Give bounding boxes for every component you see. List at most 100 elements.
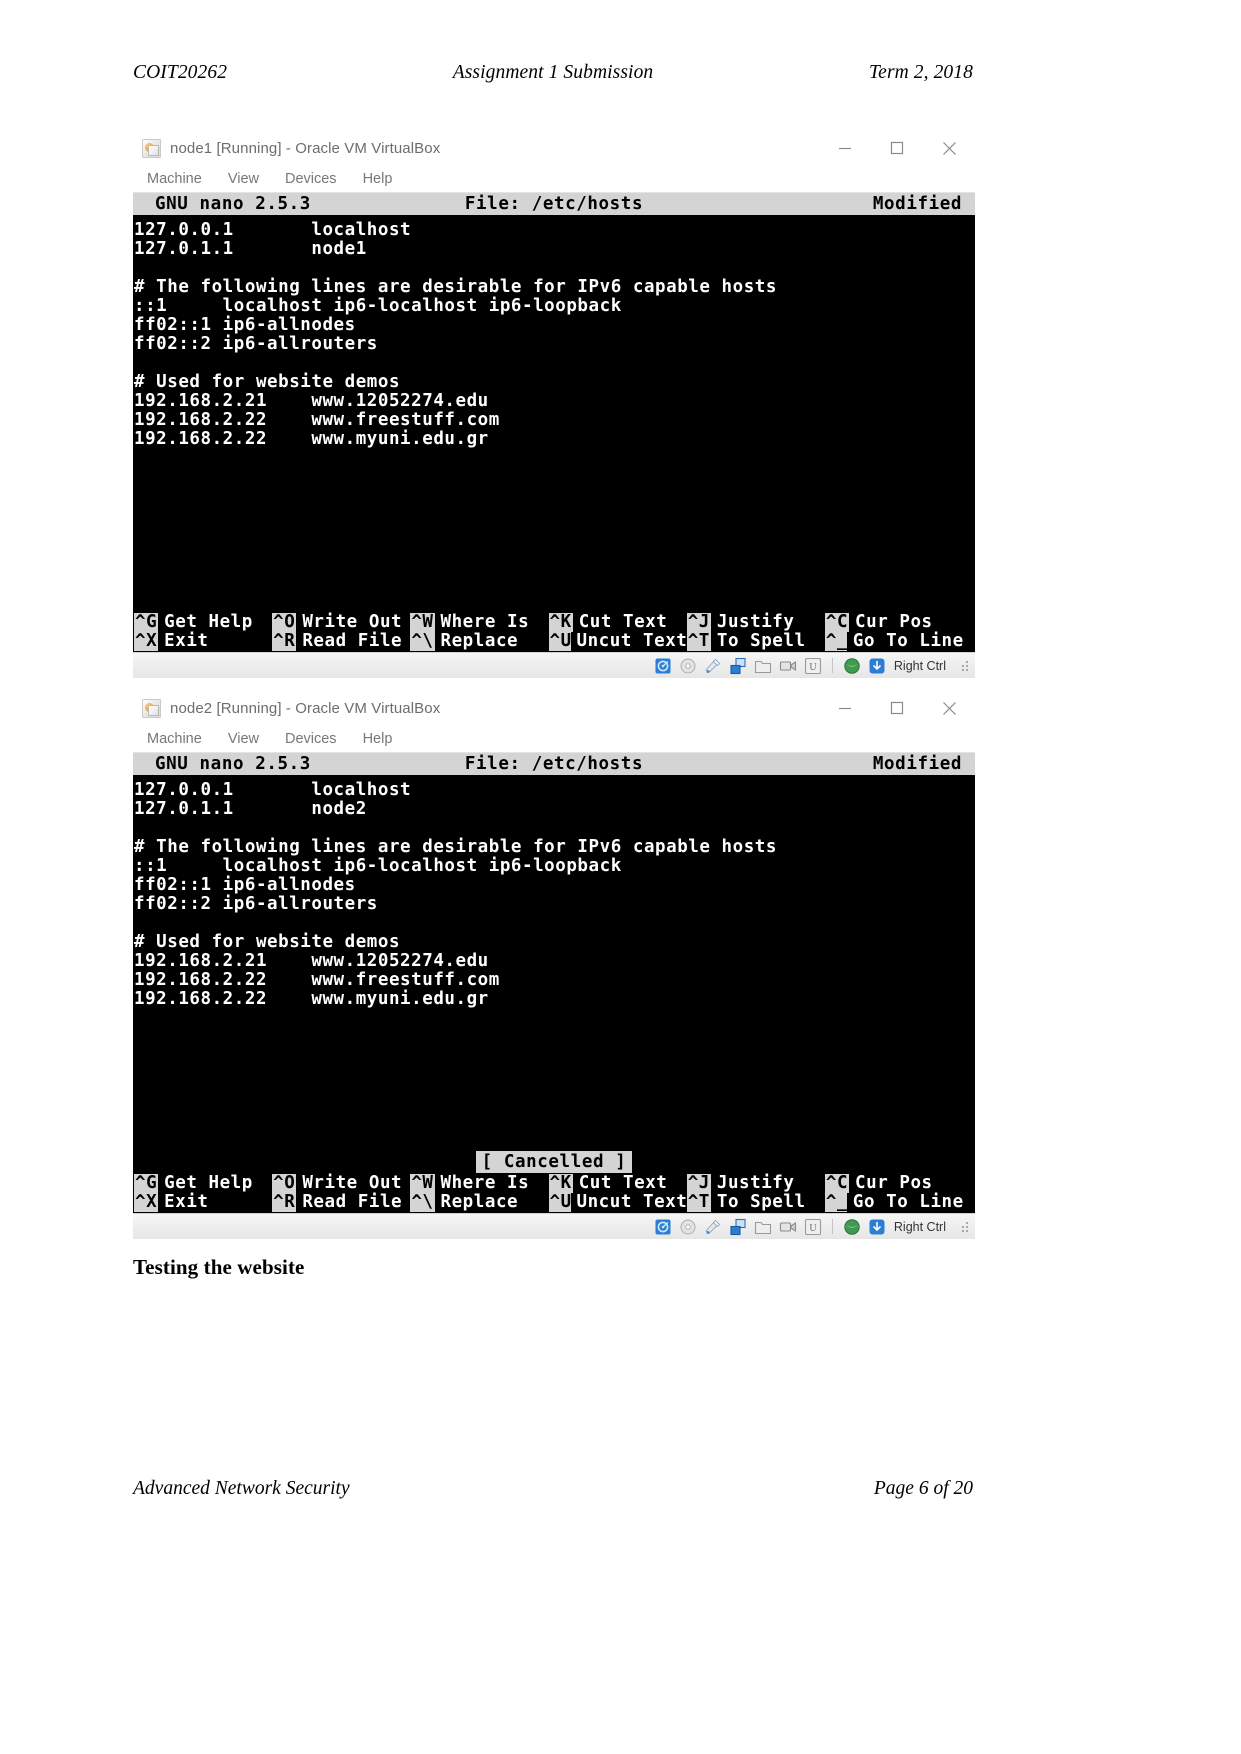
nano-shortcut-go-to-line[interactable]: ^_ Go To Line [824,1192,963,1212]
nano-line: 192.168.2.22 www.myuni.edu.gr [134,429,489,449]
statusbar-separator [831,1219,833,1234]
close-icon[interactable] [923,691,975,725]
nano-shortcut-justify[interactable]: ^J Justify [686,613,825,632]
minimize-icon[interactable] [819,131,871,165]
optical-disk-icon[interactable] [679,1218,697,1236]
virtualization-icon[interactable]: U [804,1218,822,1236]
close-icon[interactable] [923,131,975,165]
optical-disk-icon[interactable] [679,657,697,675]
hard-disk-icon[interactable] [654,1218,672,1236]
document-footer: Advanced Network Security Page 6 of 20 [133,1478,973,1500]
nano-label: Write Out [302,612,403,632]
video-capture-icon[interactable] [779,1218,797,1236]
nano-shortcut-cur-pos[interactable]: ^C Cur Pos [824,612,963,632]
virtualbox-app-icon [142,698,161,718]
nano-key: ^X [134,631,159,651]
nano-modified-flag: Modified [872,754,962,774]
nano-shortcut-where-is[interactable]: ^W Where Is [410,613,548,632]
shared-folders-icon[interactable] [754,657,772,675]
nano-text-area[interactable]: 127.0.0.1 localhost 127.0.1.1 node2 # Th… [133,775,975,1151]
host-key-icon[interactable] [868,657,886,675]
nano-line: ::1 localhost ip6-localhost ip6-loopback [134,296,622,316]
nano-text-area[interactable]: 127.0.0.1 localhost 127.0.1.1 node1 # Th… [133,215,975,613]
resize-grip[interactable] [957,1221,969,1233]
nano-label: Where Is [440,1173,530,1193]
nano-shortcut-exit[interactable]: ^X Exit [134,632,272,651]
nano-shortcut-write-out[interactable]: ^O Write Out [272,613,410,632]
nano-key: ^U [548,1192,572,1212]
virtualization-icon[interactable]: U [804,657,822,675]
nano-shortcut-row-1: ^G Get Help ^O Write Out ^W Where Is ^K Cut … [134,1174,974,1193]
nano-line [134,354,975,373]
menu-item-devices[interactable]: Devices [285,731,337,747]
nano-line: 127.0.0.1 localhost [134,220,412,240]
host-key-icon[interactable] [868,1218,886,1236]
nano-shortcut-justify[interactable]: ^J Justify [686,1174,825,1193]
nano-shortcut-replace[interactable]: ^\ Replace [410,632,548,651]
footer-page-label: Page 6 of 20 [873,1478,973,1499]
resize-grip[interactable] [957,660,969,672]
nano-label: To Spell [716,1192,806,1212]
maximize-icon[interactable] [871,131,923,165]
nano-shortcut-get-help[interactable]: ^G Get Help [134,613,272,632]
guest-terminal[interactable]: GNU nano 2.5.3 File: /etc/hosts Modified… [133,753,975,1213]
nano-shortcut-write-out[interactable]: ^O Write Out [272,1174,410,1193]
nano-shortcut-exit[interactable]: ^X Exit [134,1193,272,1212]
virtualbox-statusbar: U Right Ctrl [133,1213,975,1239]
mouse-integration-icon[interactable] [843,657,861,675]
nano-label: Read File [302,1192,403,1212]
nano-line: 192.168.2.22 www.freestuff.com [134,410,500,430]
minimize-icon[interactable] [819,691,871,725]
nano-line: # Used for website demos [134,372,401,392]
nano-shortcut-uncut-text[interactable]: ^U Uncut Text [548,1192,687,1212]
nano-shortcut-get-help[interactable]: ^G Get Help [134,1174,272,1193]
menu-item-help[interactable]: Help [363,171,393,187]
nano-key: ^T [686,631,711,651]
nano-line: ff02::1 ip6-allnodes [134,315,356,335]
nano-line: ff02::2 ip6-allrouters [134,334,378,354]
nano-shortcut-go-to-line[interactable]: ^_ Go To Line [824,632,963,651]
nano-key: ^_ [824,1192,849,1212]
menu-item-view[interactable]: View [228,731,259,747]
nano-line: 192.168.2.21 www.12052274.edu [134,951,489,971]
window-titlebar: node1 [Running] - Oracle VM VirtualBox [133,131,975,165]
nano-shortcut-uncut-text[interactable]: ^U Uncut Text [548,631,688,651]
nano-label: Cut Text [578,1173,668,1193]
nano-key: ^U [548,631,572,651]
nano-shortcut-cur-pos[interactable]: ^C Cur Pos [824,1174,963,1193]
nano-label: Write Out [302,1173,403,1193]
usb-icon[interactable] [704,657,722,675]
menu-item-devices[interactable]: Devices [285,171,337,187]
nano-shortcut-to-spell[interactable]: ^T To Spell [686,1192,825,1212]
nano-shortcut-read-file[interactable]: ^R Read File [272,632,410,651]
guest-terminal[interactable]: GNU nano 2.5.3 File: /etc/hosts Modified… [133,193,975,652]
nano-version: GNU nano 2.5.3 [155,194,311,214]
menu-item-help[interactable]: Help [363,731,393,747]
nano-shortcut-cut-text[interactable]: ^K Cut Text [548,1173,687,1193]
menubar: Machine View Devices Help [133,165,975,193]
video-capture-icon[interactable] [779,657,797,675]
nano-key: ^C [824,612,850,632]
nano-shortcut-to-spell[interactable]: ^T To Spell [686,631,825,651]
network-icon[interactable] [729,657,747,675]
nano-shortcut-read-file[interactable]: ^R Read File [272,1193,410,1212]
nano-line: 127.0.1.1 node1 [134,239,367,259]
nano-label: Where Is [440,612,530,632]
window-title: node2 [Running] - Oracle VM VirtualBox [170,699,441,717]
nano-label: Uncut Text [576,631,688,651]
maximize-icon[interactable] [871,691,923,725]
nano-shortcut-replace[interactable]: ^\ Replace [410,1193,548,1212]
menu-item-machine[interactable]: Machine [147,731,202,747]
usb-icon[interactable] [704,1218,722,1236]
mouse-integration-icon[interactable] [843,1218,861,1236]
menu-item-view[interactable]: View [228,171,259,187]
statusbar-separator [831,658,833,673]
network-icon[interactable] [729,1218,747,1236]
nano-shortcut-cut-text[interactable]: ^K Cut Text [548,613,687,632]
shared-folders-icon[interactable] [754,1218,772,1236]
nano-titlebar: GNU nano 2.5.3 File: /etc/hosts Modified [133,193,975,215]
menubar: Machine View Devices Help [133,725,975,753]
nano-shortcut-where-is[interactable]: ^W Where Is [410,1174,548,1193]
hard-disk-icon[interactable] [654,657,672,675]
menu-item-machine[interactable]: Machine [147,171,202,187]
